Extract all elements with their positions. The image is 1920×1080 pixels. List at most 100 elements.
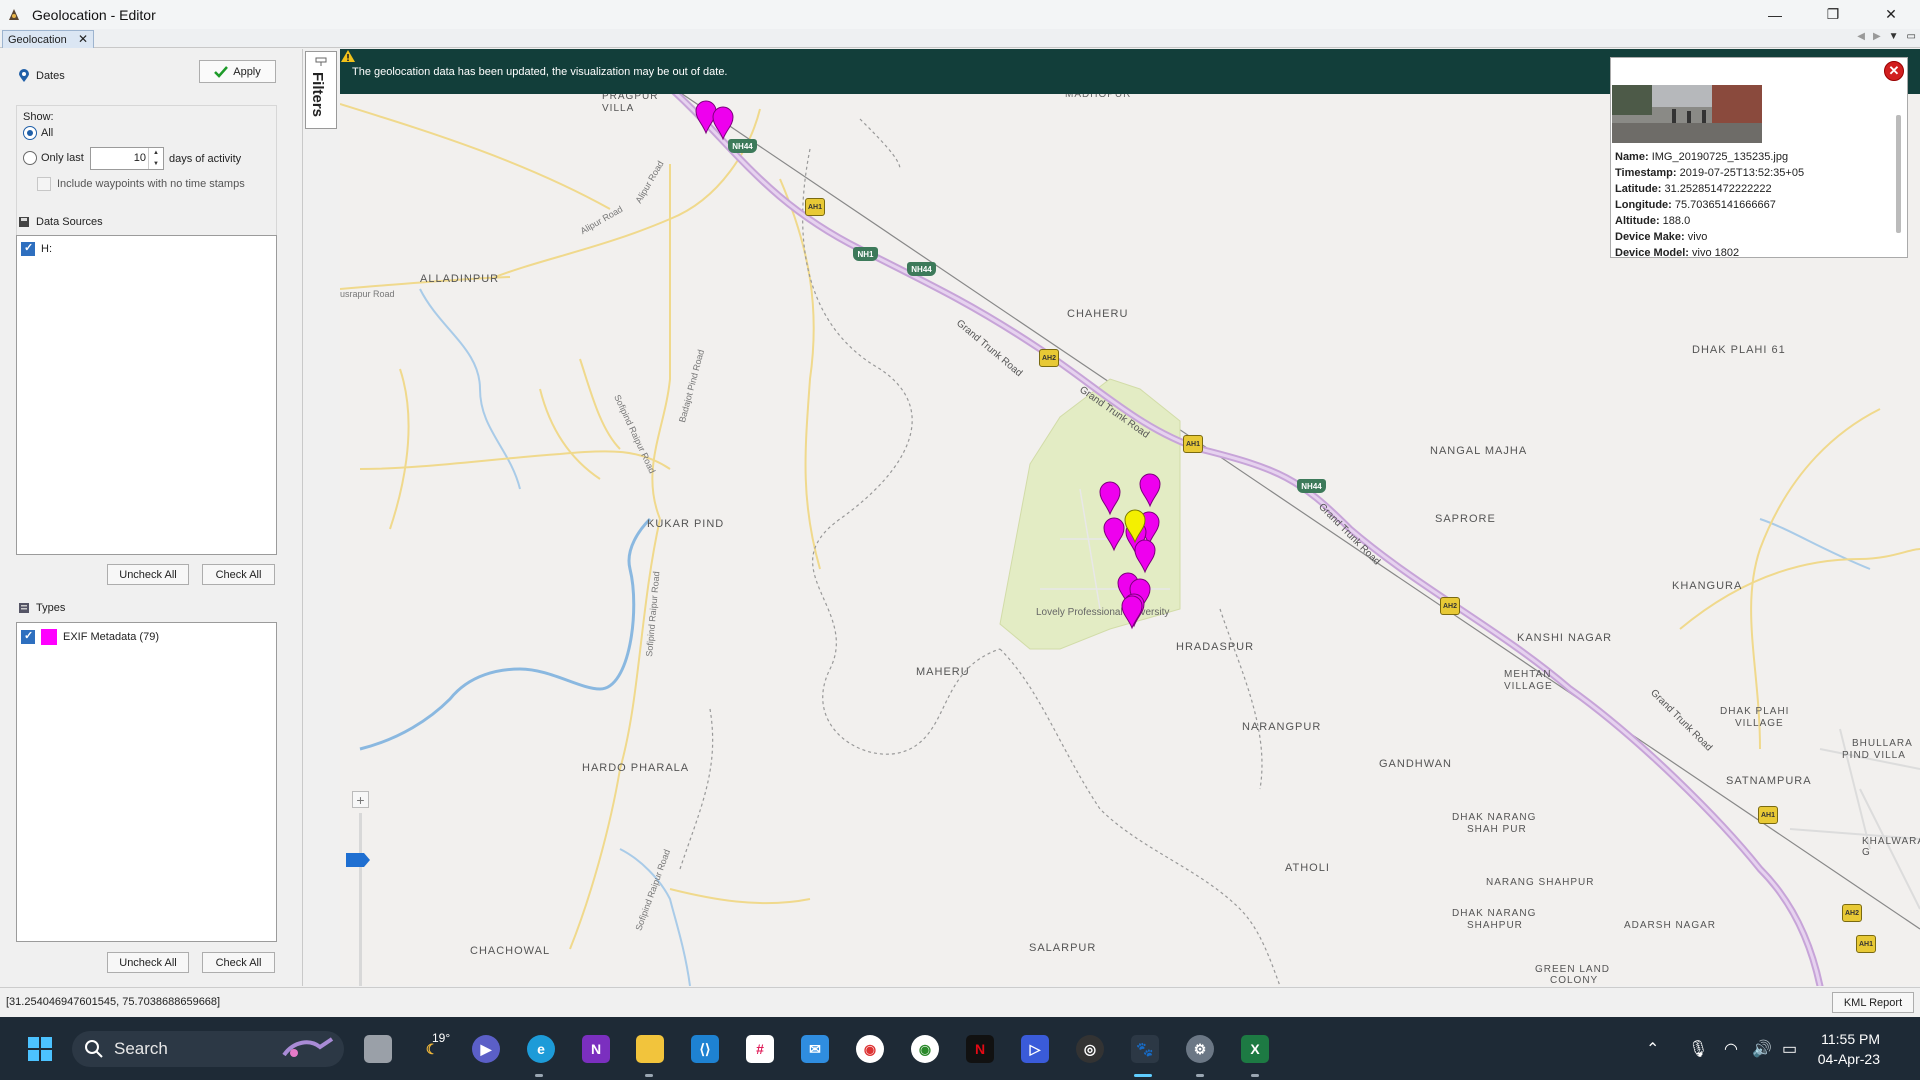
filters-side-tab[interactable]: Filters: [305, 51, 337, 129]
type-checkbox[interactable]: [21, 629, 35, 644]
close-window-button[interactable]: ✕: [1862, 0, 1920, 29]
mail-icon[interactable]: ✉: [801, 1035, 829, 1063]
types-label: Types: [36, 602, 66, 614]
data-source-checkbox[interactable]: [21, 241, 35, 256]
chrome-icon[interactable]: ◉: [911, 1035, 939, 1063]
search-icon: [85, 1040, 103, 1058]
banner-text: The geolocation data has been updated, t…: [352, 65, 728, 78]
data-sources-list: H:: [16, 235, 277, 555]
waypoint-marker[interactable]: [1134, 539, 1156, 573]
tab-geolocation[interactable]: Geolocation ✕: [2, 30, 94, 48]
types-icon: [19, 603, 29, 613]
start-windows-icon[interactable]: [26, 1035, 54, 1063]
chrome-dev-icon[interactable]: ◉: [856, 1035, 884, 1063]
taskbar-indicator: [1251, 1074, 1259, 1077]
only-last-radio[interactable]: [23, 151, 37, 165]
all-radio[interactable]: [23, 126, 37, 140]
waypoint-marker[interactable]: [1103, 517, 1125, 551]
search-label: Search: [114, 1039, 168, 1058]
all-radio-label: All: [41, 127, 54, 139]
timestamp-label: Timestamp:: [1615, 167, 1677, 179]
task-view-icon[interactable]: [364, 1035, 392, 1063]
autopsy-taskbar-icon[interactable]: 🐾: [1131, 1035, 1159, 1063]
battery-icon[interactable]: ▭: [1782, 1039, 1797, 1059]
clock-time: 11:55 PM: [1821, 1031, 1880, 1047]
days-spinner[interactable]: 10 ▲ ▼: [90, 147, 164, 170]
name-value: IMG_20190725_135235.jpg: [1651, 151, 1789, 163]
taskbar-search[interactable]: Search: [72, 1031, 344, 1067]
waypoint-marker[interactable]: [1139, 473, 1161, 507]
include-waypoints-checkbox[interactable]: [37, 177, 51, 191]
onenote-icon[interactable]: N: [582, 1035, 610, 1063]
list-item[interactable]: H:: [17, 236, 276, 262]
tab-left-arrow-icon[interactable]: ◀: [1857, 31, 1865, 42]
include-waypoints-label: Include waypoints with no time stamps: [57, 178, 245, 190]
uncheck-all-sources-button[interactable]: Uncheck All: [107, 564, 189, 585]
include-waypoints-row: Include waypoints with no time stamps: [37, 177, 245, 191]
longitude-value: 75.70365141666667: [1674, 199, 1776, 211]
only-last-label: Only last: [41, 152, 84, 164]
type-label: EXIF Metadata (79): [63, 631, 159, 643]
title-bar: Geolocation - Editor — ❐ ✕: [0, 0, 1920, 29]
waypoint-marker[interactable]: [1099, 481, 1121, 515]
popup-close-icon[interactable]: ✕: [1884, 61, 1904, 81]
zoom-slider-track[interactable]: [359, 813, 362, 986]
settings-gear-icon[interactable]: ⚙: [1186, 1035, 1214, 1063]
spin-down-icon[interactable]: ▼: [153, 161, 159, 167]
dates-header: Dates: [18, 69, 65, 83]
kml-report-button[interactable]: KML Report: [1832, 992, 1914, 1013]
restore-button[interactable]: ❐: [1804, 0, 1862, 29]
file-explorer-icon[interactable]: [636, 1035, 664, 1063]
filters-tab-label: Filters: [309, 72, 326, 118]
slack-icon[interactable]: #: [746, 1035, 774, 1063]
vscode-icon[interactable]: ⟨⟩: [691, 1035, 719, 1063]
zoom-in-button[interactable]: +: [352, 791, 369, 808]
weather-temperature: 19°: [432, 1031, 451, 1045]
waypoint-marker[interactable]: [1121, 595, 1143, 629]
tab-maximize-icon[interactable]: ▭: [1907, 31, 1916, 42]
window-title: Geolocation - Editor: [32, 6, 156, 23]
photo-thumbnail: [1612, 85, 1762, 143]
data-source-label: H:: [41, 243, 52, 255]
taskbar-indicator: [1196, 1074, 1204, 1077]
device-make-label: Device Make:: [1615, 231, 1685, 243]
uncheck-all-types-button[interactable]: Uncheck All: [107, 952, 189, 973]
power-automate-icon[interactable]: ▷: [1021, 1035, 1049, 1063]
check-all-sources-button[interactable]: Check All: [202, 564, 275, 585]
netflix-icon[interactable]: N: [966, 1035, 994, 1063]
edge-icon[interactable]: e: [527, 1035, 555, 1063]
obs-icon[interactable]: ◎: [1076, 1035, 1104, 1063]
minimize-button[interactable]: —: [1746, 0, 1804, 29]
taskbar: Search ☾ 19° ▶ e N ⟨⟩ # ✉ ◉ ◉ N ▷ ◎ 🐾 ⚙ …: [0, 1017, 1920, 1080]
spin-up-icon[interactable]: ▲: [153, 150, 159, 156]
tray-overflow-icon[interactable]: ⌃: [1646, 1039, 1659, 1059]
tab-right-arrow-icon[interactable]: ▶: [1873, 31, 1881, 42]
popup-details: Name: IMG_20190725_135235.jpg Timestamp:…: [1615, 149, 1804, 261]
location-pin-icon: [19, 69, 29, 82]
spinner-arrows[interactable]: ▲ ▼: [148, 148, 163, 169]
dates-header-label: Dates: [36, 70, 65, 82]
only-last-radio-row[interactable]: Only last: [23, 151, 84, 165]
waypoint-marker[interactable]: [712, 106, 734, 140]
microphone-icon[interactable]: 🎙: [1688, 1039, 1708, 1059]
device-model-label: Device Model:: [1615, 247, 1689, 259]
list-item[interactable]: EXIF Metadata (79): [17, 623, 276, 651]
tab-dropdown-icon[interactable]: ▼: [1889, 31, 1899, 42]
clock[interactable]: 11:55 PM 04-Apr-23: [1818, 1029, 1880, 1069]
clock-date: 04-Apr-23: [1817, 1051, 1880, 1067]
popup-scrollbar[interactable]: [1896, 115, 1901, 233]
pin-icon[interactable]: [314, 56, 328, 66]
tab-close-icon[interactable]: ✕: [78, 32, 88, 46]
volume-icon[interactable]: 🔊: [1752, 1039, 1772, 1059]
days-suffix-label: days of activity: [169, 153, 242, 165]
apply-button[interactable]: Apply: [199, 60, 276, 83]
cursor-coordinates: [31.254046947601545, 75.7038688659668]: [6, 996, 221, 1008]
excel-icon[interactable]: X: [1241, 1035, 1269, 1063]
days-value[interactable]: 10: [134, 152, 146, 164]
wifi-icon[interactable]: ◠: [1724, 1039, 1738, 1059]
latitude-value: 31.252851472222222: [1664, 183, 1772, 195]
types-header: Types: [18, 602, 65, 614]
check-all-types-button[interactable]: Check All: [202, 952, 275, 973]
teams-chat-icon[interactable]: ▶: [472, 1035, 500, 1063]
all-radio-row[interactable]: All: [23, 126, 53, 140]
